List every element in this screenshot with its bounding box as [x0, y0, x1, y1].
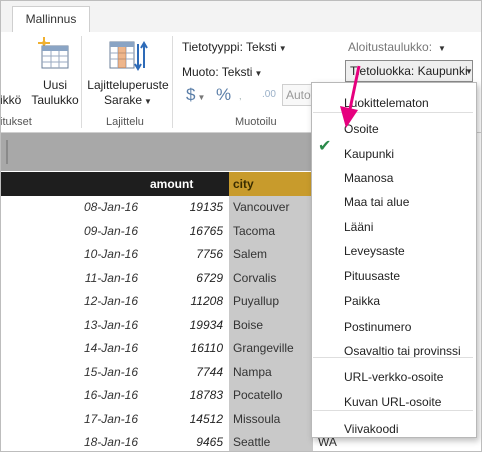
group-separator [81, 36, 82, 128]
menu-item[interactable]: Lääni [344, 220, 373, 234]
date-cell: 16-Jan-16 [83, 388, 138, 402]
city-cell: Corvalis [233, 270, 277, 285]
sort-by-column-icon [109, 41, 148, 71]
group-label-formatting: Muotoilu [235, 116, 277, 128]
menu-item[interactable]: Leveysaste [344, 244, 405, 258]
menu-separator [313, 357, 473, 358]
amount-cell: 9465 [196, 435, 223, 449]
chevron-down-icon: ▼ [465, 67, 473, 76]
date-cell: 10-Jan-16 [83, 247, 138, 261]
menu-separator [313, 410, 473, 411]
city-cell: Pocatello [233, 388, 283, 402]
date-cell: 08-Jan-16 [83, 200, 138, 214]
menu-item[interactable]: Osavaltio tai provinssi [344, 344, 461, 358]
menu-item[interactable]: URL-verkko-osoite [344, 370, 443, 384]
amount-cell: 16110 [190, 341, 223, 355]
currency-button[interactable]: $ ▼ [186, 85, 205, 105]
city-cell: Salem [233, 247, 268, 261]
city-cell: Nampa [233, 364, 272, 379]
sort-by-label-1: Lajitteluperuste [87, 78, 169, 92]
date-cell: 15-Jan-16 [83, 364, 138, 379]
menu-item[interactable]: Maanosa [344, 171, 393, 185]
date-cell: 17-Jan-16 [83, 411, 138, 426]
date-cell: 13-Jan-16 [83, 317, 138, 332]
city-cell: Vancouver [233, 200, 290, 214]
date-cell: 14-Jan-16 [83, 341, 138, 355]
chevron-down-icon: ▼ [438, 44, 446, 53]
decimal-places-value: Auto [286, 88, 311, 102]
data-type-dropdown[interactable]: Tietotyyppi: Teksti ▼ [182, 40, 287, 54]
city-cell: Seattle [233, 435, 271, 449]
menu-item[interactable]: Kuvan URL-osoite [344, 395, 441, 409]
chevron-down-icon: ▼ [254, 69, 263, 78]
chevron-down-icon: ▼ [197, 93, 206, 102]
group-separator [172, 36, 173, 128]
percent-button[interactable]: % [216, 85, 231, 105]
format-dropdown[interactable]: Muoto: Teksti ▼ [182, 65, 262, 79]
group-label-sort: Lajittelu [106, 116, 144, 128]
date-cell: 18-Jan-16 [83, 435, 138, 449]
city-cell: Tacoma [233, 223, 276, 238]
home-table-dropdown[interactable]: Aloitustaulukko: ▼ [348, 40, 446, 54]
menu-item[interactable]: Paikka [344, 294, 380, 308]
amount-cell: 11208 [190, 294, 223, 308]
city-cell: Boise [233, 317, 264, 332]
amount-cell: 16765 [189, 223, 223, 238]
date-cell: 12-Jan-16 [83, 294, 138, 308]
decimal-button[interactable]: .00 [262, 89, 276, 100]
amount-cell: 7744 [196, 364, 223, 379]
amount-cell: 6729 [196, 270, 223, 285]
new-table-label-1: Uusi [42, 78, 67, 92]
chevron-down-icon: ▼ [144, 97, 152, 106]
amount-cell: 19934 [189, 317, 223, 332]
group-label-calculations: itukset [0, 116, 32, 128]
city-cell: Grangeville [233, 341, 294, 355]
tab-modeling[interactable]: Mallinnus [12, 6, 90, 33]
date-cell: 11-Jan-16 [84, 270, 138, 285]
city-cell: Puyallup [233, 294, 280, 308]
new-table-icon [38, 37, 69, 69]
grid-divider [6, 140, 8, 164]
column-header-city[interactable]: city [229, 172, 312, 196]
partial-ribbon-label: ikkö [0, 93, 22, 107]
annotation-arrow-icon [340, 65, 361, 128]
sort-by-label-2: Sarake ▼ [104, 93, 152, 107]
city-cell: Missoula [233, 411, 281, 426]
chevron-down-icon: ▼ [278, 44, 287, 53]
menu-item[interactable]: Viivakoodi [344, 422, 398, 436]
amount-cell: 14512 [189, 411, 223, 426]
menu-item[interactable]: Postinumero [344, 320, 411, 334]
sort-by-column-button[interactable]: Lajitteluperuste Sarake ▼ [84, 36, 172, 112]
new-table-label-2: Taulukko [31, 93, 79, 107]
amount-cell: 18783 [189, 388, 223, 402]
comma-button[interactable]: , [239, 91, 242, 101]
menu-item[interactable]: Maa tai alue [344, 195, 409, 209]
amount-cell: 19135 [189, 200, 223, 214]
menu-item[interactable]: Pituusaste [344, 269, 400, 283]
new-table-button[interactable]: Uusi Taulukko [28, 36, 82, 112]
menu-item[interactable]: Kaupunki [344, 147, 394, 161]
date-cell: 09-Jan-16 [83, 223, 138, 238]
amount-cell: 7756 [196, 247, 223, 261]
column-header-amount[interactable]: amount [150, 172, 193, 196]
